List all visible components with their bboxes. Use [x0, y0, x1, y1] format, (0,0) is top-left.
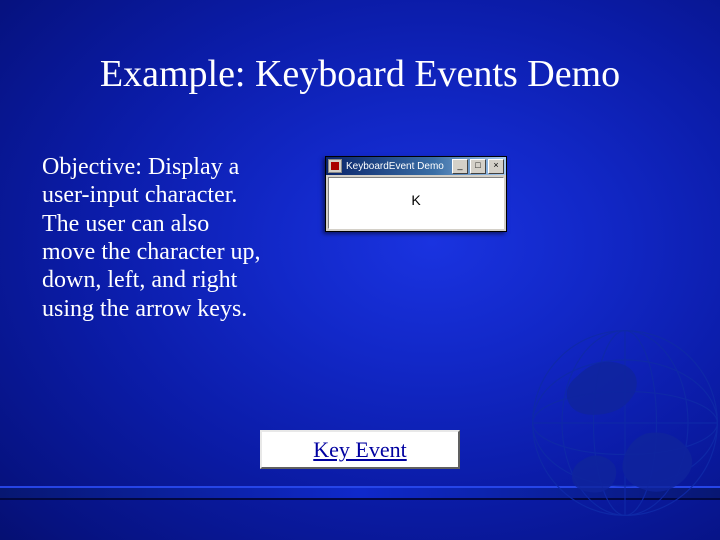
slide: Example: Keyboard Events Demo Objective:… — [0, 0, 720, 540]
minimize-button[interactable]: _ — [452, 159, 468, 174]
window-title: KeyboardEvent Demo — [346, 161, 452, 172]
slide-title: Example: Keyboard Events Demo — [0, 52, 720, 96]
window-titlebar: KeyboardEvent Demo _ □ × — [326, 157, 506, 175]
key-event-button[interactable]: Key Event — [260, 430, 460, 469]
maximize-button[interactable]: □ — [470, 159, 486, 174]
key-event-button-label: Key Event — [313, 437, 406, 462]
objective-text: Objective: Display a user-input characte… — [42, 153, 267, 323]
displayed-character: K — [329, 192, 503, 208]
window-buttons: _ □ × — [452, 159, 504, 174]
window-client-area: K — [328, 177, 504, 229]
globe-icon — [520, 318, 720, 528]
close-button[interactable]: × — [488, 159, 504, 174]
window-icon — [328, 159, 342, 173]
app-window: KeyboardEvent Demo _ □ × K — [325, 156, 507, 232]
